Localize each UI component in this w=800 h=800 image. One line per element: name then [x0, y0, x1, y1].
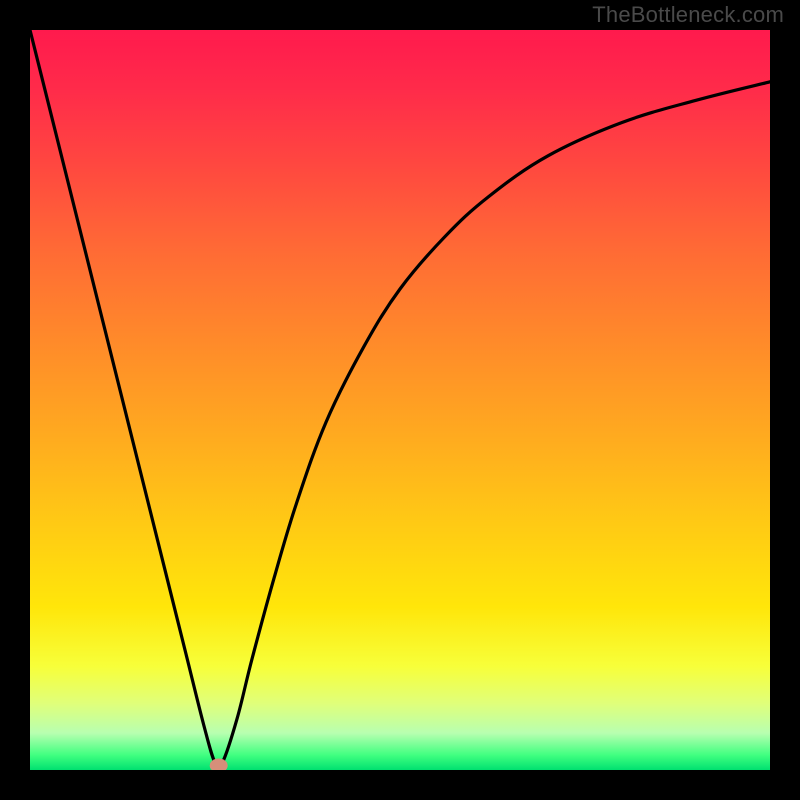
plot-area	[30, 30, 770, 770]
chart-frame: TheBottleneck.com	[0, 0, 800, 800]
watermark-label: TheBottleneck.com	[592, 2, 784, 28]
bottleneck-curve	[30, 30, 770, 768]
curve-layer	[30, 30, 770, 770]
